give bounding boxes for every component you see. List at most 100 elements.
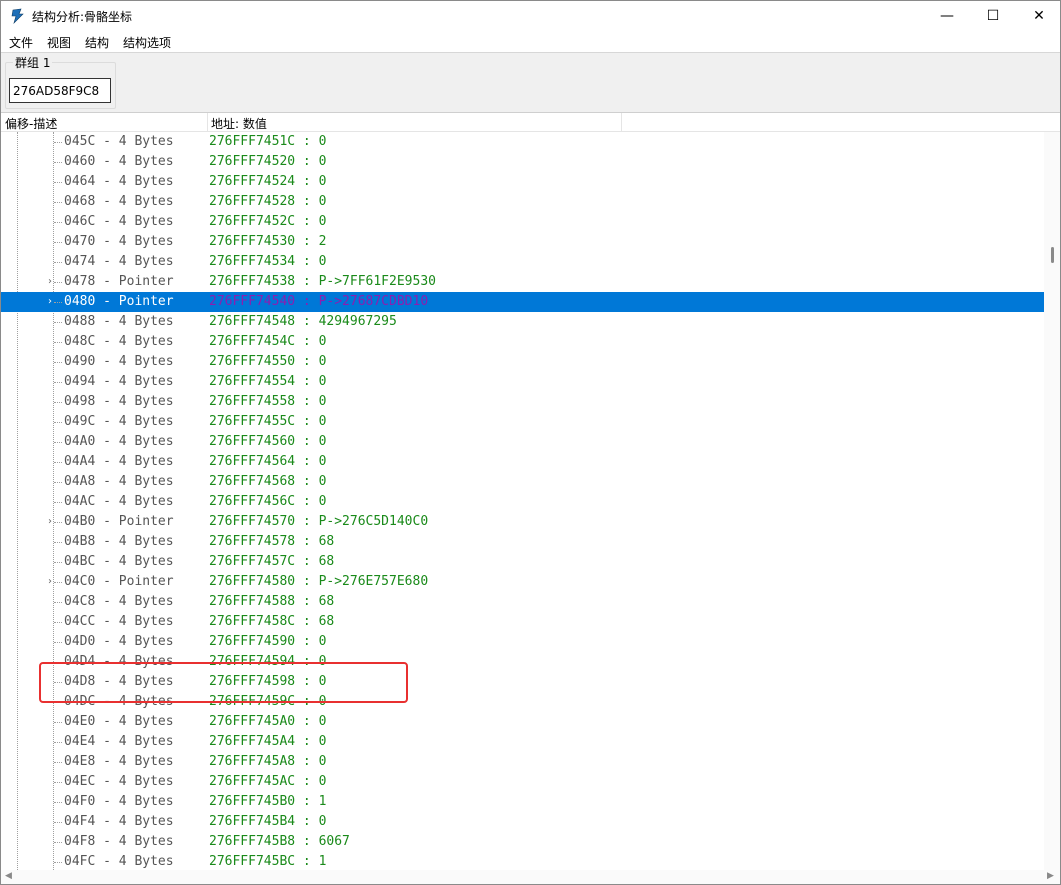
maximize-button[interactable]: ☐ [970, 1, 1016, 31]
tree-branch-line [54, 162, 62, 163]
tree-row[interactable]: 04A4 - 4 Bytes 276FFF74564 : 0 [1, 452, 1044, 472]
group-address-input[interactable] [9, 78, 111, 103]
column-separator[interactable] [207, 113, 208, 132]
tree-row[interactable]: › 04B0 - Pointer 276FFF74570 : P->276C5D14… [1, 512, 1044, 532]
tree-row[interactable]: 04C8 - 4 Bytes 276FFF74588 : 68 [1, 592, 1044, 612]
tree-row[interactable]: 04B8 - 4 Bytes 276FFF74578 : 68 [1, 532, 1044, 552]
expand-chevron-icon[interactable]: › [48, 292, 52, 312]
tree-row[interactable]: 04BC - 4 Bytes 276FFF7457C : 68 [1, 552, 1044, 572]
row-address-value: 276FFF74590 : 0 [209, 634, 327, 649]
row-address-value: 276FFF74538 : P->7FF61F2E9530 [209, 274, 436, 289]
tree-row[interactable]: 049C - 4 Bytes 276FFF7455C : 0 [1, 412, 1044, 432]
tree-row[interactable]: › 0478 - Pointer 276FFF74538 : P->7FF61F2E… [1, 272, 1044, 292]
column-separator[interactable] [621, 113, 622, 132]
cheat-engine-icon [11, 8, 24, 24]
menu-structure[interactable]: 结构 [85, 34, 109, 51]
tree-branch-line [54, 362, 62, 363]
tree-branch-line [54, 482, 62, 483]
tree-branch-line [54, 342, 62, 343]
row-offset-description: 04F4 - 4 Bytes [64, 814, 174, 829]
scroll-right-icon[interactable]: ▶ [1047, 871, 1054, 881]
tree-row[interactable]: 0494 - 4 Bytes 276FFF74554 : 0 [1, 372, 1044, 392]
tree-row[interactable]: 0468 - 4 Bytes 276FFF74528 : 0 [1, 192, 1044, 212]
close-button[interactable]: ✕ [1016, 1, 1061, 31]
tree-branch-line [54, 602, 62, 603]
row-address-value: 276FFF745B4 : 0 [209, 814, 327, 829]
tree-row[interactable]: 04CC - 4 Bytes 276FFF7458C : 68 [1, 612, 1044, 632]
menu-structure-options[interactable]: 结构选项 [123, 34, 171, 51]
tree-branch-line [54, 622, 62, 623]
tree-branch-line [54, 442, 62, 443]
row-address-value: 276FFF745A0 : 0 [209, 714, 327, 729]
window-title: 结构分析:骨骼坐标 [32, 10, 133, 24]
row-offset-description: 0460 - 4 Bytes [64, 154, 174, 169]
tree-row[interactable]: › 0480 - Pointer 276FFF74540 : P->27687CDB… [1, 292, 1044, 312]
tree-row[interactable]: 04D0 - 4 Bytes 276FFF74590 : 0 [1, 632, 1044, 652]
menu-view[interactable]: 视图 [47, 34, 71, 51]
expand-chevron-icon[interactable]: › [48, 572, 52, 592]
minimize-button[interactable]: — [924, 1, 970, 31]
tree-branch-line [54, 842, 62, 843]
tree-row[interactable]: 04F4 - 4 Bytes 276FFF745B4 : 0 [1, 812, 1044, 832]
row-offset-description: 04B8 - 4 Bytes [64, 534, 174, 549]
tree-row[interactable]: 04FC - 4 Bytes 276FFF745BC : 1 [1, 852, 1044, 870]
tree-branch-line [54, 522, 62, 523]
row-offset-description: 04F0 - 4 Bytes [64, 794, 174, 809]
tree-row[interactable]: 0474 - 4 Bytes 276FFF74534 : 0 [1, 252, 1044, 272]
horizontal-scrollbar[interactable]: ◀ ▶ [1, 870, 1060, 884]
expand-chevron-icon[interactable]: › [48, 272, 52, 292]
row-offset-description: 04BC - 4 Bytes [64, 554, 174, 569]
tree-row[interactable]: 0460 - 4 Bytes 276FFF74520 : 0 [1, 152, 1044, 172]
row-address-value: 276FFF7458C : 68 [209, 614, 335, 629]
scroll-left-icon[interactable]: ◀ [5, 871, 12, 881]
group-label: 群组 1 [13, 54, 53, 71]
tree-row[interactable]: 0490 - 4 Bytes 276FFF74550 : 0 [1, 352, 1044, 372]
tree-row[interactable]: 0498 - 4 Bytes 276FFF74558 : 0 [1, 392, 1044, 412]
column-offset-description[interactable]: 偏移-描述 [5, 115, 57, 132]
column-header: 偏移-描述 地址: 数值 [1, 112, 1060, 132]
row-address-value: 276FFF7452C : 0 [209, 214, 327, 229]
tree-branch-line [54, 322, 62, 323]
structure-tree[interactable]: 045C - 4 Bytes 276FFF7451C : 0 0460 - 4 By… [1, 132, 1044, 870]
tree-row[interactable]: 04E4 - 4 Bytes 276FFF745A4 : 0 [1, 732, 1044, 752]
column-address-value[interactable]: 地址: 数值 [211, 115, 267, 132]
row-address-value: 276FFF74520 : 0 [209, 154, 327, 169]
tree-branch-line [54, 862, 62, 863]
tree-branch-line [54, 242, 62, 243]
tree-branch-line [54, 142, 62, 143]
tree-row[interactable]: › 04C0 - Pointer 276FFF74580 : P->276E757E… [1, 572, 1044, 592]
tree-row[interactable]: 0464 - 4 Bytes 276FFF74524 : 0 [1, 172, 1044, 192]
row-offset-description: 04C0 - Pointer [64, 574, 174, 589]
vertical-scrollbar[interactable] [1044, 132, 1060, 870]
tree-row[interactable]: 04A8 - 4 Bytes 276FFF74568 : 0 [1, 472, 1044, 492]
tree-row[interactable]: 0488 - 4 Bytes 276FFF74548 : 4294967295 [1, 312, 1044, 332]
row-offset-description: 04FC - 4 Bytes [64, 854, 174, 869]
tree-row[interactable]: 04E8 - 4 Bytes 276FFF745A8 : 0 [1, 752, 1044, 772]
tree-row[interactable]: 046C - 4 Bytes 276FFF7452C : 0 [1, 212, 1044, 232]
tree-row[interactable]: 04F0 - 4 Bytes 276FFF745B0 : 1 [1, 792, 1044, 812]
row-address-value: 276FFF74580 : P->276E757E680 [209, 574, 429, 589]
vertical-scroll-thumb[interactable] [1051, 247, 1054, 263]
row-address-value: 276FFF74554 : 0 [209, 374, 327, 389]
row-offset-description: 04E8 - 4 Bytes [64, 754, 174, 769]
tree-row[interactable]: 04A0 - 4 Bytes 276FFF74560 : 0 [1, 432, 1044, 452]
tree-row[interactable]: 04AC - 4 Bytes 276FFF7456C : 0 [1, 492, 1044, 512]
tree-row[interactable]: 04F8 - 4 Bytes 276FFF745B8 : 6067 [1, 832, 1044, 852]
row-address-value: 276FFF7456C : 0 [209, 494, 327, 509]
row-address-value: 276FFF745BC : 1 [209, 854, 327, 869]
tree-row[interactable]: 04EC - 4 Bytes 276FFF745AC : 0 [1, 772, 1044, 792]
tree-branch-line [54, 282, 62, 283]
tree-row[interactable]: 0470 - 4 Bytes 276FFF74530 : 2 [1, 232, 1044, 252]
expand-chevron-icon[interactable]: › [48, 512, 52, 532]
group-box: 群组 1 [5, 54, 116, 109]
tree-row[interactable]: 045C - 4 Bytes 276FFF7451C : 0 [1, 132, 1044, 152]
row-offset-description: 04C8 - 4 Bytes [64, 594, 174, 609]
tree-row[interactable]: 04E0 - 4 Bytes 276FFF745A0 : 0 [1, 712, 1044, 732]
menu-file[interactable]: 文件 [9, 34, 33, 51]
title-bar[interactable]: 结构分析:骨骼坐标 — ☐ ✕ [1, 1, 1060, 31]
row-offset-description: 04EC - 4 Bytes [64, 774, 174, 789]
row-offset-description: 0488 - 4 Bytes [64, 314, 174, 329]
tree-row[interactable]: 048C - 4 Bytes 276FFF7454C : 0 [1, 332, 1044, 352]
row-offset-description: 04A0 - 4 Bytes [64, 434, 174, 449]
row-address-value: 276FFF745B0 : 1 [209, 794, 327, 809]
